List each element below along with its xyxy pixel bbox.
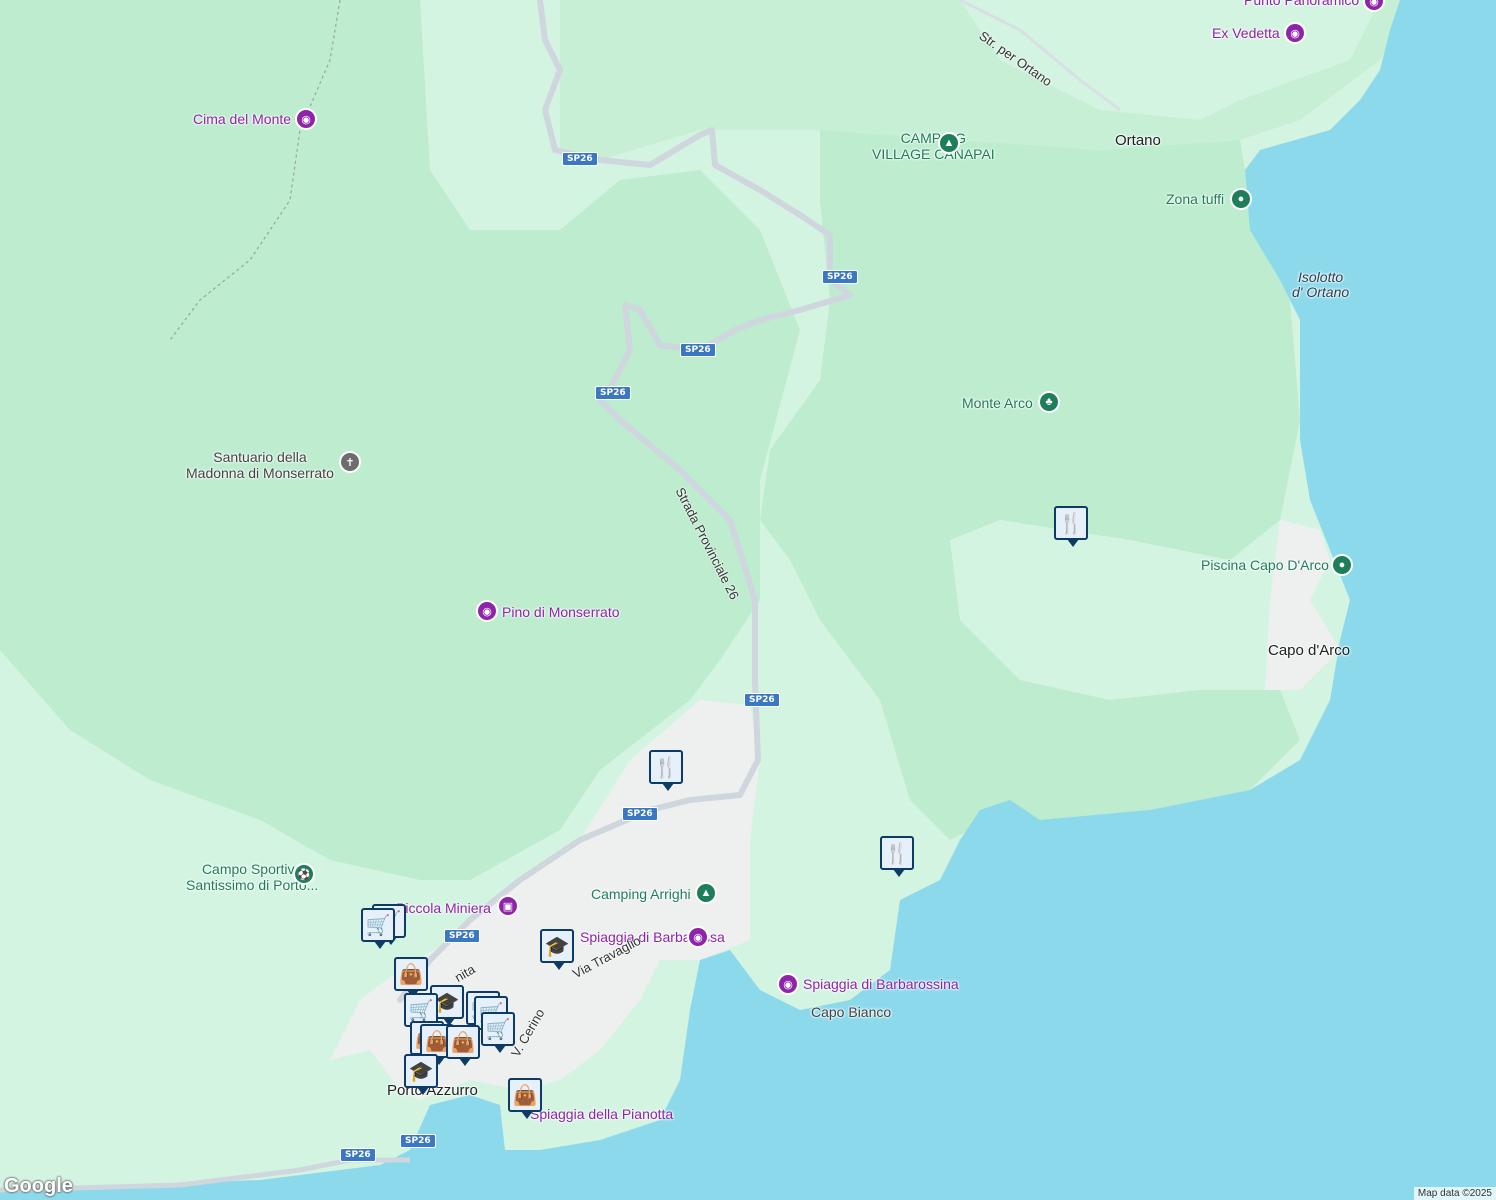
restaurant-icon[interactable]: 🍴: [649, 750, 683, 791]
camera-icon[interactable]: ◉: [297, 110, 315, 128]
road-shield-sp26: SP26: [744, 693, 780, 707]
islet-label-line1: Isolotto: [1298, 269, 1344, 285]
town-label-ortano: Ortano: [1115, 132, 1161, 149]
google-logo: Google: [4, 1175, 73, 1197]
school-icon[interactable]: 🎓: [540, 929, 574, 970]
camping-label-line1: CAMPING: [900, 130, 967, 146]
camera-icon[interactable]: ◉: [689, 928, 707, 946]
restaurant-icon[interactable]: 🍴: [880, 836, 914, 877]
poi-label-spiaggia-barbarossina[interactable]: Spiaggia di Barbarossina: [803, 976, 959, 992]
shopping-bag-icon[interactable]: 👜: [446, 1025, 480, 1066]
museum-icon[interactable]: ▣: [499, 897, 517, 915]
poi-label-cima-del-monte[interactable]: Cima del Monte: [193, 111, 291, 127]
road-shield-sp26: SP26: [444, 929, 480, 943]
road-shield-sp26: SP26: [680, 343, 716, 357]
poi-label-piscina[interactable]: Piscina Capo D'Arco: [1201, 557, 1329, 573]
road-shield-sp26: SP26: [562, 152, 598, 166]
poi-label-camping-arrighi[interactable]: Camping Arrighi: [591, 886, 691, 902]
tree-icon[interactable]: ♣: [1040, 393, 1058, 411]
poi-label-punto-panoramico[interactable]: Punto Panoramico: [1244, 0, 1359, 8]
poi-label-pino[interactable]: Pino di Monserrato: [502, 604, 620, 620]
place-label-capo-bianco: Capo Bianco: [811, 1004, 892, 1020]
map-canvas[interactable]: [0, 0, 1496, 1200]
islet-label: Isolotto d' Ortano: [1292, 270, 1349, 300]
shopping-bag-icon[interactable]: 👜: [394, 957, 428, 998]
santuario-label-line1: Santuario della: [213, 449, 307, 465]
camping-label-line2: VILLAGE CANAPAI: [872, 146, 995, 162]
shopping-cart-icon[interactable]: 🛒: [481, 1012, 515, 1053]
poi-label-zona-tuffi[interactable]: Zona tuffi: [1166, 191, 1224, 207]
road-shield-sp26: SP26: [340, 1148, 376, 1162]
islet-label-line2: d' Ortano: [1292, 284, 1350, 300]
restaurant-icon[interactable]: 🍴: [1054, 506, 1088, 547]
road-shield-sp26: SP26: [622, 807, 658, 821]
camera-icon[interactable]: ◉: [1286, 24, 1304, 42]
road-shield-sp26: SP26: [822, 270, 858, 284]
church-icon[interactable]: ✝: [341, 453, 359, 471]
poi-label-piccola-miniera[interactable]: Piccola Miniera: [396, 900, 491, 916]
location-pin-icon[interactable]: ●: [1333, 556, 1351, 574]
road-shield-sp26: SP26: [400, 1134, 436, 1148]
poi-label-santuario[interactable]: Santuario della Madonna di Monserrato: [186, 449, 334, 481]
map-attribution[interactable]: Map data ©2025: [1413, 1187, 1496, 1200]
camping-icon[interactable]: ▲: [940, 134, 958, 152]
shopping-cart-icon[interactable]: 🛒: [361, 908, 395, 949]
santuario-label-line2: Madonna di Monserrato: [186, 465, 334, 481]
camera-icon[interactable]: ◉: [779, 975, 797, 993]
sports-icon[interactable]: ⚽: [295, 865, 313, 883]
location-pin-icon[interactable]: ●: [1232, 190, 1250, 208]
poi-label-camping-canapai[interactable]: CAMPING VILLAGE CANAPAI: [872, 130, 995, 162]
poi-label-monte-arco[interactable]: Monte Arco: [962, 395, 1033, 411]
camera-icon[interactable]: ◉: [478, 602, 496, 620]
camping-icon[interactable]: ▲: [697, 884, 715, 902]
town-label-capo-darco: Capo d'Arco: [1268, 642, 1351, 659]
school-icon[interactable]: 🎓: [404, 1054, 438, 1095]
poi-label-spiaggia-pianotta[interactable]: Spiaggia della Pianotta: [530, 1106, 673, 1122]
poi-label-ex-vedetta[interactable]: Ex Vedetta: [1212, 25, 1280, 41]
road-shield-sp26: SP26: [595, 386, 631, 400]
shopping-bag-icon[interactable]: 👜: [508, 1078, 542, 1119]
